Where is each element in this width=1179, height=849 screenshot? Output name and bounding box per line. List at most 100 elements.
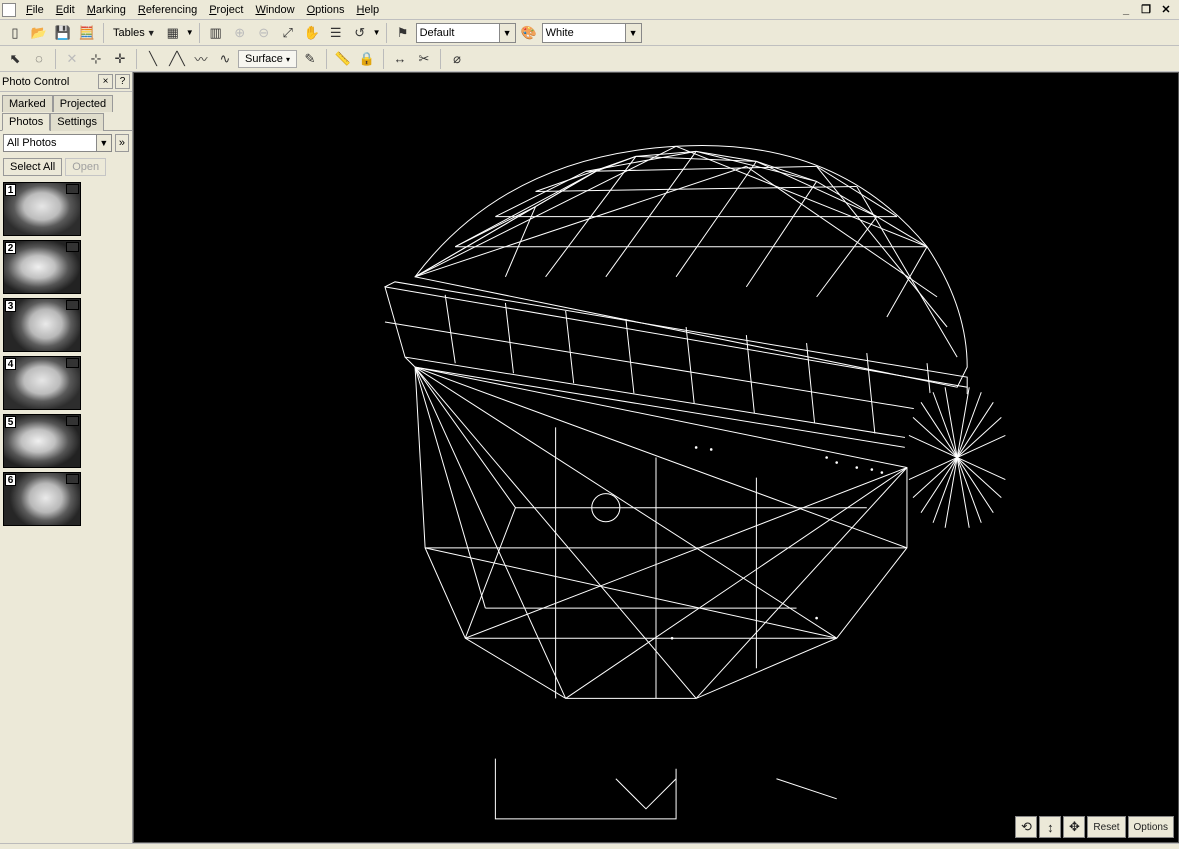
polyline-button[interactable]: ╱╲ [166,48,188,70]
palette-button[interactable]: 🎨 [518,22,540,44]
tab-marked[interactable]: Marked [2,95,53,112]
chevron-down-icon: ▼ [186,28,194,37]
toolbar-separator [326,49,327,69]
thumbnail[interactable]: 1 [3,182,81,236]
layout-button[interactable]: ▥ [205,22,227,44]
open-button[interactable]: 📂 [28,22,50,44]
menu-edit[interactable]: Edit [50,3,81,17]
zoom-fit-button[interactable]: ⤢ [277,22,299,44]
camera-icon [66,300,79,310]
material-combobox[interactable]: Default ▼ [416,23,516,43]
move-button[interactable]: ✥ [1063,816,1085,838]
cut-button[interactable]: ⌀ [446,48,468,70]
tables-dropdown[interactable]: Tables ▼ [109,23,160,43]
thumbnail-number: 4 [5,358,16,370]
delete-button[interactable]: ✕ [61,48,83,70]
line-button[interactable]: ╲ [142,48,164,70]
photo-filter-combobox[interactable]: All Photos ▼ [3,134,112,152]
thumbnail-number: 2 [5,242,16,254]
expand-button[interactable]: » [115,134,129,152]
toolbar-separator [386,23,387,43]
photo-filter-value: All Photos [7,137,57,149]
menu-options[interactable]: Options [301,3,351,17]
menu-project[interactable]: Project [203,3,249,17]
surface-label-text: Surface [245,53,283,65]
main-toolbar: ▯ 📂 💾 🧮 Tables ▼ ▦ ▼ ▥ ⊕ ⊖ ⤢ ✋ ☰ ↺ ▼ ⚑ D… [0,20,1179,46]
select-all-button[interactable]: Select All [3,158,62,176]
toolbar-separator [199,23,200,43]
thumbnail[interactable]: 4 [3,356,81,410]
thumbnail-number: 1 [5,184,16,196]
list-button[interactable]: ☰ [325,22,347,44]
menu-marking[interactable]: Marking [81,3,132,17]
surface-dropdown[interactable]: Surface ▾ [238,50,297,68]
tab-settings[interactable]: Settings [50,113,104,131]
vertical-button[interactable]: ↕ [1039,816,1061,838]
toolbar-separator [136,49,137,69]
preferences-button[interactable]: 🧮 [76,22,98,44]
color-combobox[interactable]: White ▼ [542,23,642,43]
camera-icon [66,358,79,368]
panel-tabs-top: Marked Projected [0,92,132,111]
pencil-button[interactable]: ✎ [299,48,321,70]
panel-title-bar: Photo Control × ? [0,72,132,92]
tab-projected[interactable]: Projected [53,95,113,112]
pointer-button[interactable]: ⬉ [4,48,26,70]
thumbnail[interactable]: 2 [3,240,81,294]
panel-close-button[interactable]: × [98,74,113,89]
thumbnail-number: 3 [5,300,16,312]
chevron-down-icon: ▼ [96,135,111,151]
menu-help[interactable]: Help [351,3,386,17]
spline-button[interactable]: ∿ [214,48,236,70]
status-bar [0,843,1179,849]
thumbnail-number: 6 [5,474,16,486]
lasso-button[interactable]: ◌ [28,48,50,70]
window-restore-button[interactable]: ❐ [1137,3,1155,17]
thumbnail-number: 5 [5,416,16,428]
pan-button[interactable]: ✋ [301,22,323,44]
thumbnail[interactable]: 3 [3,298,81,352]
photo-control-panel: Photo Control × ? Marked Projected Photo… [0,72,133,843]
curve-button[interactable]: 〰 [190,48,212,70]
save-button[interactable]: 💾 [52,22,74,44]
window-close-button[interactable]: ✕ [1157,3,1175,17]
orbit-button[interactable]: ⟲ [1015,816,1037,838]
menu-bar: File Edit Marking Referencing Project Wi… [0,0,1179,20]
toolbar-separator [383,49,384,69]
zoom-out-button[interactable]: ⊖ [253,22,275,44]
panel-help-button[interactable]: ? [115,74,130,89]
view-options-button[interactable]: Options [1128,816,1174,838]
camera-icon [66,242,79,252]
chevron-down-icon: ▼ [147,28,156,38]
toolbar-separator [55,49,56,69]
thumbnail[interactable]: 6 [3,472,81,526]
lock-button[interactable]: 🔒 [356,48,378,70]
menu-window[interactable]: Window [249,3,300,17]
cross-button[interactable]: ✛ [109,48,131,70]
viewport-controls: ⟲ ↕ ✥ Reset Options [1015,816,1174,838]
grid-button[interactable]: ▦ [162,22,184,44]
chevron-down-icon: ▼ [373,28,381,37]
thumbnail[interactable]: 5 [3,414,81,468]
chevron-down-icon: ▾ [286,55,290,64]
measure-button[interactable]: ↔ [389,48,411,70]
camera-icon [66,184,79,194]
ruler-button[interactable]: 📏 [332,48,354,70]
new-button[interactable]: ▯ [4,22,26,44]
thumbnail-list: 1 2 3 4 5 [0,179,132,843]
add-point-button[interactable]: ⊹ [85,48,107,70]
menu-referencing[interactable]: Referencing [132,3,203,17]
window-minimize-button[interactable]: _ [1117,3,1135,17]
camera-icon [66,416,79,426]
tab-photos[interactable]: Photos [2,113,50,131]
zoom-in-button[interactable]: ⊕ [229,22,251,44]
reset-view-button[interactable]: Reset [1087,816,1125,838]
refresh-button[interactable]: ↺ [349,22,371,44]
open-photo-button: Open [65,158,106,176]
menu-file[interactable]: File [20,3,50,17]
color-value: White [546,27,574,39]
flag-button[interactable]: ⚑ [392,22,414,44]
tools-button[interactable]: ✂ [413,48,435,70]
panel-tabs-bottom: Photos Settings [0,110,132,130]
3d-viewport[interactable]: ⟲ ↕ ✥ Reset Options [133,72,1179,843]
